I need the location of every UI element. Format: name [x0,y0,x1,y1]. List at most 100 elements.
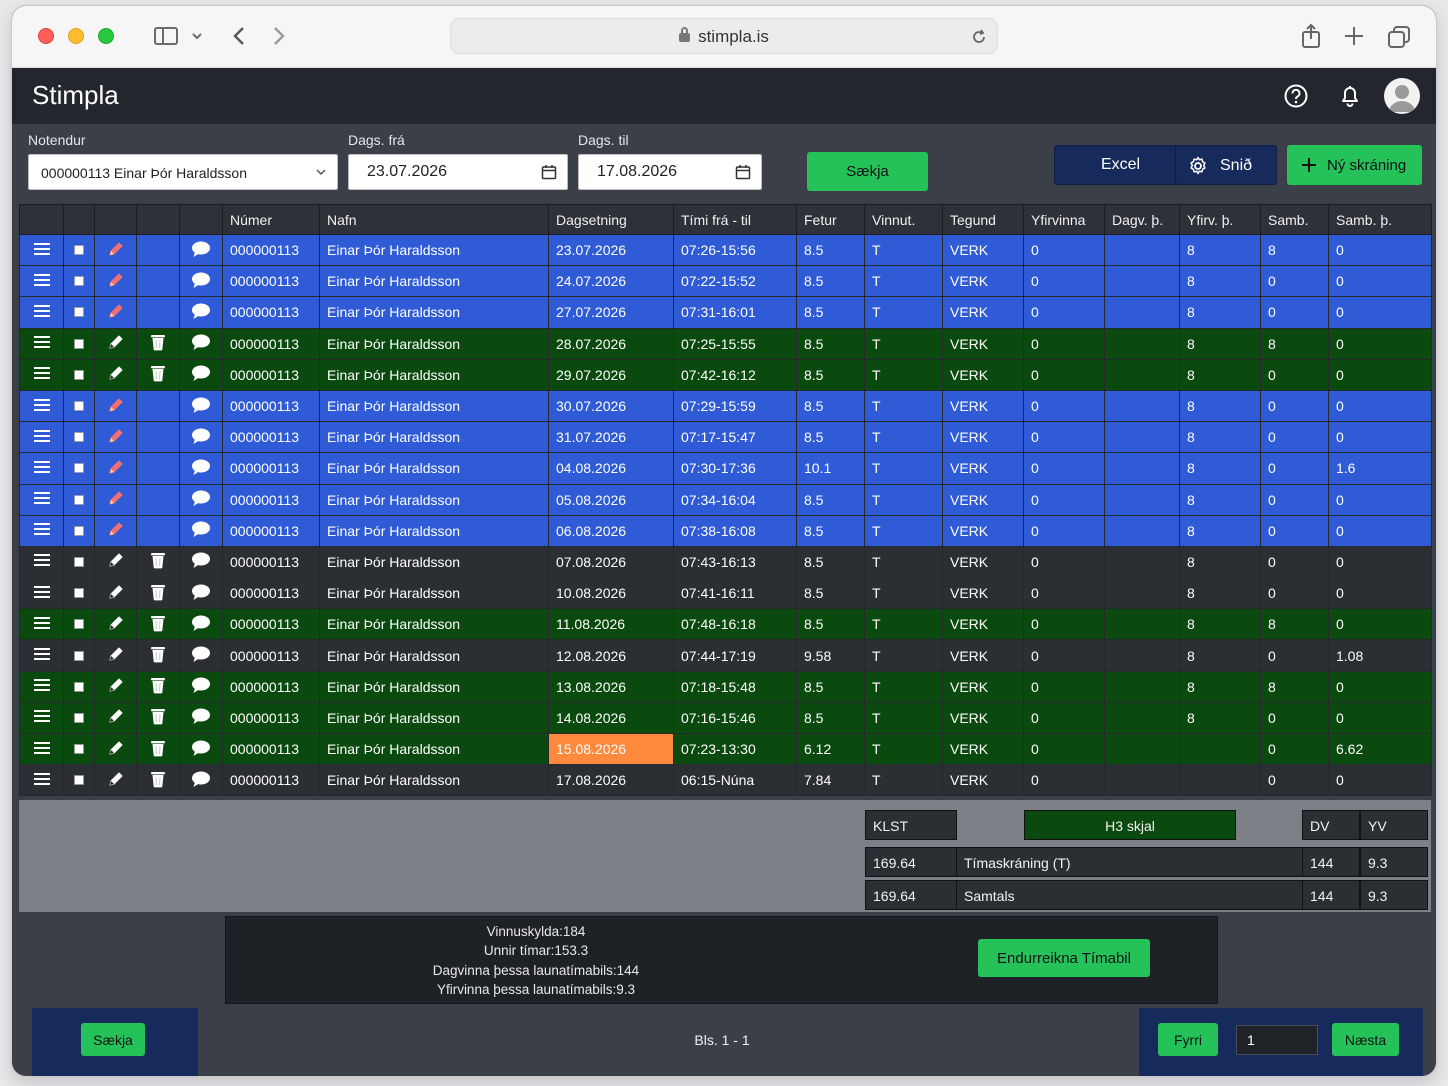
row-comment-button[interactable] [179,233,223,267]
row-select-checkbox[interactable] [63,389,95,423]
back-icon[interactable] [228,22,250,50]
row-delete-button[interactable] [136,327,180,360]
table-row[interactable]: 000000113 Einar Þór Haraldsson 05.08.2026 0… [19,483,1432,516]
row-menu-button[interactable] [19,514,64,547]
row-menu-button[interactable] [19,639,64,672]
row-edit-button[interactable] [94,358,137,391]
row-comment-button[interactable] [179,639,223,672]
table-row[interactable]: 000000113 Einar Þór Haraldsson 12.08.2026 0… [19,639,1432,672]
address-bar[interactable]: stimpla.is [450,18,998,54]
row-edit-button[interactable] [94,608,137,641]
row-select-checkbox[interactable] [63,327,95,360]
table-row[interactable]: 000000113 Einar Þór Haraldsson 31.07.2026 0… [19,421,1432,454]
header-date[interactable]: Dagsetning [548,204,674,235]
row-select-checkbox[interactable] [63,233,95,267]
header-yfirvinna[interactable]: Yfirvinna [1023,204,1105,235]
fetch-button[interactable]: Sækja [807,152,928,191]
row-menu-button[interactable] [19,296,64,329]
row-select-checkbox[interactable] [63,670,95,703]
calendar-icon[interactable] [735,164,751,180]
row-menu-button[interactable] [19,421,64,454]
row-edit-button[interactable] [94,483,137,516]
header-sambth[interactable]: Samb. þ. [1328,204,1432,235]
excel-button[interactable]: Excel [1054,145,1187,185]
row-edit-button[interactable] [94,545,137,579]
help-icon[interactable] [1282,82,1310,110]
row-delete-button[interactable] [136,545,180,579]
close-window-button[interactable] [38,28,54,44]
prev-page-button[interactable]: Fyrri [1158,1023,1218,1056]
row-select-checkbox[interactable] [63,545,95,579]
row-select-checkbox[interactable] [63,483,95,516]
header-fetur[interactable]: Fetur [796,204,865,235]
row-menu-button[interactable] [19,732,64,766]
table-row[interactable]: 000000113 Einar Þór Haraldsson 13.08.2026 0… [19,670,1432,703]
table-row[interactable]: 000000113 Einar Þór Haraldsson 11.08.2026 0… [19,608,1432,641]
h3-document-button[interactable]: H3 skjal [1024,810,1236,840]
row-comment-button[interactable] [179,358,223,391]
row-comment-button[interactable] [179,265,223,298]
share-icon[interactable] [1298,22,1324,50]
row-menu-button[interactable] [19,764,64,797]
header-samb[interactable]: Samb. [1260,204,1329,235]
row-menu-button[interactable] [19,327,64,360]
row-comment-button[interactable] [179,389,223,423]
row-comment-button[interactable] [179,421,223,454]
row-select-checkbox[interactable] [63,265,95,298]
row-menu-button[interactable] [19,358,64,391]
new-tab-icon[interactable] [1342,22,1366,50]
table-row[interactable]: 000000113 Einar Þór Haraldsson 27.07.2026 0… [19,296,1432,329]
row-edit-button[interactable] [94,233,137,267]
row-edit-button[interactable] [94,639,137,672]
row-edit-button[interactable] [94,265,137,298]
page-number-input[interactable]: 1 [1236,1025,1318,1055]
row-menu-button[interactable] [19,452,64,485]
row-delete-button[interactable] [136,701,180,735]
tab-overview-icon[interactable] [1386,22,1412,50]
row-comment-button[interactable] [179,670,223,703]
table-row[interactable]: 000000113 Einar Þór Haraldsson 04.08.2026 0… [19,452,1432,485]
zoom-window-button[interactable] [98,28,114,44]
row-edit-button[interactable] [94,577,137,610]
row-comment-button[interactable] [179,545,223,579]
table-row[interactable]: 000000113 Einar Þór Haraldsson 15.08.2026 0… [19,732,1432,766]
row-menu-button[interactable] [19,483,64,516]
table-row[interactable]: 000000113 Einar Þór Haraldsson 29.07.2026 0… [19,358,1432,391]
row-delete-button[interactable] [136,732,180,766]
row-select-checkbox[interactable] [63,577,95,610]
reload-icon[interactable] [969,27,989,47]
row-select-checkbox[interactable] [63,514,95,547]
row-select-checkbox[interactable] [63,358,95,391]
row-comment-button[interactable] [179,296,223,329]
row-edit-button[interactable] [94,452,137,485]
row-select-checkbox[interactable] [63,701,95,735]
new-entry-button[interactable]: Ný skráning [1287,145,1422,185]
row-edit-button[interactable] [94,296,137,329]
forward-icon[interactable] [268,22,290,50]
table-row[interactable]: 000000113 Einar Þór Haraldsson 28.07.2026 0… [19,327,1432,360]
calendar-icon[interactable] [541,164,557,180]
row-edit-button[interactable] [94,670,137,703]
layout-button[interactable]: Snið [1175,145,1277,185]
table-row[interactable]: 000000113 Einar Þór Haraldsson 10.08.2026 0… [19,577,1432,610]
row-delete-button[interactable] [136,608,180,641]
row-delete-button[interactable] [136,639,180,672]
header-name[interactable]: Nafn [319,204,549,235]
row-select-checkbox[interactable] [63,421,95,454]
row-comment-button[interactable] [179,452,223,485]
row-comment-button[interactable] [179,764,223,797]
row-comment-button[interactable] [179,577,223,610]
next-page-button[interactable]: Næsta [1332,1023,1399,1056]
row-select-checkbox[interactable] [63,639,95,672]
minimize-window-button[interactable] [68,28,84,44]
table-row[interactable]: 000000113 Einar Þór Haraldsson 24.07.2026 0… [19,265,1432,298]
chevron-down-icon[interactable] [190,22,204,50]
row-menu-button[interactable] [19,545,64,579]
header-dagv[interactable]: Dagv. þ. [1104,204,1180,235]
row-comment-button[interactable] [179,608,223,641]
user-select[interactable]: 000000113 Einar Þór Haraldsson [28,154,338,190]
footer-fetch-button[interactable]: Sækja [81,1023,145,1056]
row-select-checkbox[interactable] [63,732,95,766]
row-edit-button[interactable] [94,514,137,547]
table-row[interactable]: 000000113 Einar Þór Haraldsson 06.08.2026 0… [19,514,1432,547]
